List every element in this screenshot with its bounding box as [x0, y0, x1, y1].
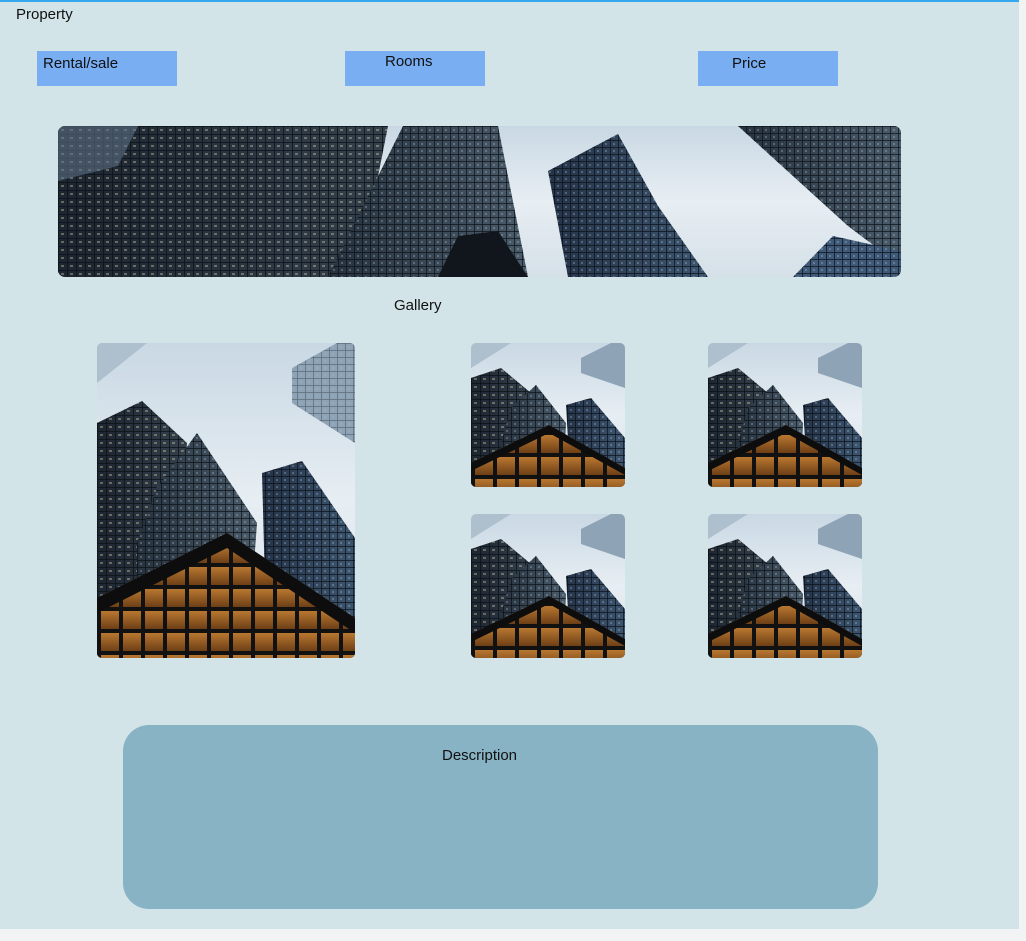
skyscrapers-illustration	[97, 343, 355, 658]
rental-sale-label: Rental/sale	[43, 55, 119, 72]
rental-sale-button[interactable]: Rental/sale	[37, 51, 177, 86]
gallery-thumbnail[interactable]	[471, 343, 625, 487]
skyscrapers-illustration	[708, 514, 862, 658]
skyscrapers-illustration	[471, 514, 625, 658]
hero-banner-image	[58, 126, 901, 277]
skyscrapers-illustration	[471, 343, 625, 487]
description-label: Description	[442, 747, 518, 764]
app-frame: Property Rental/sale Rooms Price Gallery	[0, 0, 1019, 929]
gallery-thumbnail[interactable]	[471, 514, 625, 658]
description-panel: Description	[123, 725, 878, 909]
rooms-button[interactable]: Rooms	[345, 51, 485, 86]
gallery-thumbnail[interactable]	[708, 514, 862, 658]
gallery-main-image[interactable]	[97, 343, 355, 658]
gallery-thumbnail[interactable]	[708, 343, 862, 487]
price-label: Price	[732, 55, 767, 72]
skyscrapers-illustration	[708, 343, 862, 487]
price-button[interactable]: Price	[698, 51, 838, 86]
page-title: Property	[16, 6, 73, 23]
skyscrapers-banner-illustration	[58, 126, 901, 277]
gallery-title: Gallery	[394, 297, 442, 314]
rooms-label: Rooms	[385, 53, 433, 70]
